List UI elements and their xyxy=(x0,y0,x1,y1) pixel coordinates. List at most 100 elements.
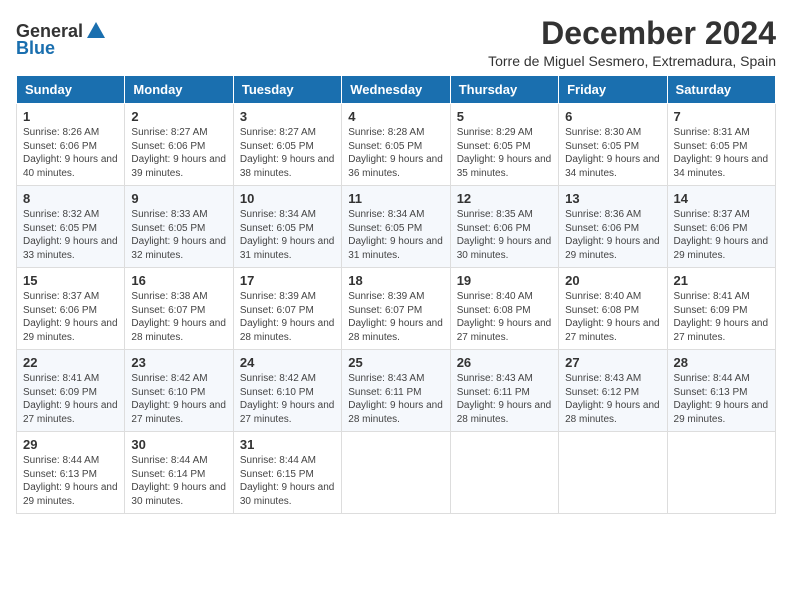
calendar-cell xyxy=(450,432,558,514)
day-number: 16 xyxy=(131,273,226,288)
cell-details: Sunrise: 8:31 AMSunset: 6:05 PMDaylight:… xyxy=(674,126,769,180)
day-number: 14 xyxy=(674,191,769,206)
cell-details: Sunrise: 8:33 AMSunset: 6:05 PMDaylight:… xyxy=(131,208,226,262)
day-number: 12 xyxy=(457,191,552,206)
day-number: 20 xyxy=(565,273,660,288)
day-number: 2 xyxy=(131,109,226,124)
month-title: December 2024 xyxy=(488,16,776,51)
cell-details: Sunrise: 8:42 AMSunset: 6:10 PMDaylight:… xyxy=(240,372,335,426)
calendar-cell: 25 Sunrise: 8:43 AMSunset: 6:11 PMDayligh… xyxy=(342,350,450,432)
cell-details: Sunrise: 8:40 AMSunset: 6:08 PMDaylight:… xyxy=(457,290,552,344)
cell-details: Sunrise: 8:37 AMSunset: 6:06 PMDaylight:… xyxy=(674,208,769,262)
calendar-cell: 6 Sunrise: 8:30 AMSunset: 6:05 PMDaylight… xyxy=(559,104,667,186)
header-row: SundayMondayTuesdayWednesdayThursdayFrid… xyxy=(17,76,776,104)
title-area: December 2024 Torre de Miguel Sesmero, E… xyxy=(488,16,776,69)
cell-details: Sunrise: 8:44 AMSunset: 6:13 PMDaylight:… xyxy=(23,454,118,508)
cell-details: Sunrise: 8:35 AMSunset: 6:06 PMDaylight:… xyxy=(457,208,552,262)
cell-details: Sunrise: 8:44 AMSunset: 6:13 PMDaylight:… xyxy=(674,372,769,426)
page-header: General Blue December 2024 Torre de Migu… xyxy=(16,16,776,69)
cell-details: Sunrise: 8:43 AMSunset: 6:12 PMDaylight:… xyxy=(565,372,660,426)
calendar-cell: 27Sunrise: 8:43 AMSunset: 6:12 PMDayligh… xyxy=(559,350,667,432)
cell-details: Sunrise: 8:44 AMSunset: 6:15 PMDaylight:… xyxy=(240,454,335,508)
calendar-cell: 13 Sunrise: 8:36 AMSunset: 6:06 PMDayligh… xyxy=(559,186,667,268)
calendar-cell: 8 Sunrise: 8:32 AMSunset: 6:05 PMDaylight… xyxy=(17,186,125,268)
calendar-cell: 10 Sunrise: 8:34 AMSunset: 6:05 PMDayligh… xyxy=(233,186,341,268)
cell-details: Sunrise: 8:26 AMSunset: 6:06 PMDaylight:… xyxy=(23,126,118,180)
day-number: 18 xyxy=(348,273,443,288)
calendar-cell xyxy=(559,432,667,514)
cell-details: Sunrise: 8:29 AMSunset: 6:05 PMDaylight:… xyxy=(457,126,552,180)
cell-details: Sunrise: 8:27 AMSunset: 6:06 PMDaylight:… xyxy=(131,126,226,180)
day-number: 9 xyxy=(131,191,226,206)
location-title: Torre de Miguel Sesmero, Extremadura, Sp… xyxy=(488,53,776,69)
day-number: 6 xyxy=(565,109,660,124)
cell-details: Sunrise: 8:30 AMSunset: 6:05 PMDaylight:… xyxy=(565,126,660,180)
calendar-cell: 22Sunrise: 8:41 AMSunset: 6:09 PMDayligh… xyxy=(17,350,125,432)
cell-details: Sunrise: 8:41 AMSunset: 6:09 PMDaylight:… xyxy=(674,290,769,344)
calendar-cell: 24Sunrise: 8:42 AMSunset: 6:10 PMDayligh… xyxy=(233,350,341,432)
day-number: 25 xyxy=(348,355,443,370)
cell-details: Sunrise: 8:41 AMSunset: 6:09 PMDaylight:… xyxy=(23,372,118,426)
day-number: 31 xyxy=(240,437,335,452)
calendar-week-row: 15Sunrise: 8:37 AMSunset: 6:06 PMDayligh… xyxy=(17,268,776,350)
calendar-cell: 30Sunrise: 8:44 AMSunset: 6:14 PMDayligh… xyxy=(125,432,233,514)
day-number: 21 xyxy=(674,273,769,288)
calendar-cell: 28Sunrise: 8:44 AMSunset: 6:13 PMDayligh… xyxy=(667,350,775,432)
calendar-cell: 31 Sunrise: 8:44 AMSunset: 6:15 PMDayligh… xyxy=(233,432,341,514)
day-number: 15 xyxy=(23,273,118,288)
day-number: 19 xyxy=(457,273,552,288)
column-header-sunday: Sunday xyxy=(17,76,125,104)
calendar-week-row: 22Sunrise: 8:41 AMSunset: 6:09 PMDayligh… xyxy=(17,350,776,432)
calendar-cell: 5Sunrise: 8:29 AMSunset: 6:05 PMDaylight… xyxy=(450,104,558,186)
calendar-cell: 14 Sunrise: 8:37 AMSunset: 6:06 PMDayligh… xyxy=(667,186,775,268)
logo-icon xyxy=(85,20,107,42)
column-header-thursday: Thursday xyxy=(450,76,558,104)
cell-details: Sunrise: 8:43 AMSunset: 6:11 PMDaylight:… xyxy=(348,372,443,426)
calendar-cell: 29Sunrise: 8:44 AMSunset: 6:13 PMDayligh… xyxy=(17,432,125,514)
cell-details: Sunrise: 8:39 AMSunset: 6:07 PMDaylight:… xyxy=(240,290,335,344)
column-header-friday: Friday xyxy=(559,76,667,104)
column-header-wednesday: Wednesday xyxy=(342,76,450,104)
cell-details: Sunrise: 8:39 AMSunset: 6:07 PMDaylight:… xyxy=(348,290,443,344)
calendar-cell: 12 Sunrise: 8:35 AMSunset: 6:06 PMDayligh… xyxy=(450,186,558,268)
cell-details: Sunrise: 8:32 AMSunset: 6:05 PMDaylight:… xyxy=(23,208,118,262)
cell-details: Sunrise: 8:36 AMSunset: 6:06 PMDaylight:… xyxy=(565,208,660,262)
cell-details: Sunrise: 8:34 AMSunset: 6:05 PMDaylight:… xyxy=(240,208,335,262)
day-number: 13 xyxy=(565,191,660,206)
calendar-cell xyxy=(667,432,775,514)
calendar-cell: 15Sunrise: 8:37 AMSunset: 6:06 PMDayligh… xyxy=(17,268,125,350)
cell-details: Sunrise: 8:27 AMSunset: 6:05 PMDaylight:… xyxy=(240,126,335,180)
calendar-cell: 23Sunrise: 8:42 AMSunset: 6:10 PMDayligh… xyxy=(125,350,233,432)
day-number: 4 xyxy=(348,109,443,124)
calendar-cell: 1 Sunrise: 8:26 AMSunset: 6:06 PMDaylight… xyxy=(17,104,125,186)
day-number: 10 xyxy=(240,191,335,206)
cell-details: Sunrise: 8:38 AMSunset: 6:07 PMDaylight:… xyxy=(131,290,226,344)
calendar-cell xyxy=(342,432,450,514)
cell-details: Sunrise: 8:28 AMSunset: 6:05 PMDaylight:… xyxy=(348,126,443,180)
calendar-cell: 9 Sunrise: 8:33 AMSunset: 6:05 PMDaylight… xyxy=(125,186,233,268)
day-number: 1 xyxy=(23,109,118,124)
cell-details: Sunrise: 8:43 AMSunset: 6:11 PMDaylight:… xyxy=(457,372,552,426)
calendar-week-row: 29Sunrise: 8:44 AMSunset: 6:13 PMDayligh… xyxy=(17,432,776,514)
day-number: 8 xyxy=(23,191,118,206)
calendar-cell: 11Sunrise: 8:34 AMSunset: 6:05 PMDayligh… xyxy=(342,186,450,268)
cell-details: Sunrise: 8:40 AMSunset: 6:08 PMDaylight:… xyxy=(565,290,660,344)
calendar-cell: 4 Sunrise: 8:28 AMSunset: 6:05 PMDaylight… xyxy=(342,104,450,186)
day-number: 7 xyxy=(674,109,769,124)
calendar-cell: 26 Sunrise: 8:43 AMSunset: 6:11 PMDayligh… xyxy=(450,350,558,432)
calendar-table: SundayMondayTuesdayWednesdayThursdayFrid… xyxy=(16,75,776,514)
logo-blue-text: Blue xyxy=(16,38,55,59)
calendar-cell: 18 Sunrise: 8:39 AMSunset: 6:07 PMDayligh… xyxy=(342,268,450,350)
calendar-cell: 19 Sunrise: 8:40 AMSunset: 6:08 PMDayligh… xyxy=(450,268,558,350)
calendar-week-row: 1 Sunrise: 8:26 AMSunset: 6:06 PMDaylight… xyxy=(17,104,776,186)
column-header-tuesday: Tuesday xyxy=(233,76,341,104)
calendar-cell: 16 Sunrise: 8:38 AMSunset: 6:07 PMDayligh… xyxy=(125,268,233,350)
day-number: 26 xyxy=(457,355,552,370)
day-number: 30 xyxy=(131,437,226,452)
column-header-saturday: Saturday xyxy=(667,76,775,104)
logo: General Blue xyxy=(16,20,107,59)
calendar-cell: 3Sunrise: 8:27 AMSunset: 6:05 PMDaylight… xyxy=(233,104,341,186)
column-header-monday: Monday xyxy=(125,76,233,104)
cell-details: Sunrise: 8:34 AMSunset: 6:05 PMDaylight:… xyxy=(348,208,443,262)
calendar-cell: 20 Sunrise: 8:40 AMSunset: 6:08 PMDayligh… xyxy=(559,268,667,350)
